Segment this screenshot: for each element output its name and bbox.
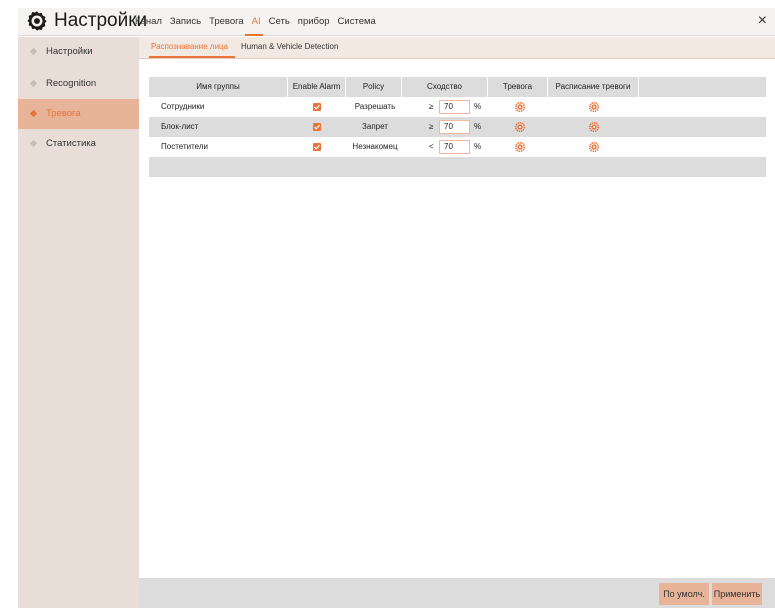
sidebar: Настройки Recognition Тревога Статистика <box>18 37 139 608</box>
col-alarm-schedule: Расписание тревоги <box>548 77 639 97</box>
similarity-input[interactable]: 70 <box>439 100 470 114</box>
sidebar-item-statistics[interactable]: Статистика <box>18 129 139 159</box>
sidebar-item-label: Настройки <box>46 46 93 57</box>
sidebar-item-recognition[interactable]: Recognition <box>18 69 139 99</box>
alarm-schedule-gear-icon[interactable] <box>589 122 599 132</box>
active-tab-indicator <box>149 56 235 58</box>
group-name: Блок-лист <box>161 122 199 131</box>
alarm-settings-gear-icon[interactable] <box>515 102 525 112</box>
tab-human-vehicle-detection[interactable]: Human & Vehicle Detection <box>241 42 338 51</box>
alarm-settings-gear-icon[interactable] <box>515 122 525 132</box>
nav-device[interactable]: прибор <box>298 16 330 27</box>
sidebar-item-label: Статистика <box>46 138 96 149</box>
footer-bar: По умолч. Применить <box>139 578 775 608</box>
col-alarm: Тревога <box>488 77 548 97</box>
close-button[interactable]: × <box>758 12 767 30</box>
diamond-bullet-icon <box>29 47 38 56</box>
sidebar-item-label: Recognition <box>46 78 97 89</box>
apply-button[interactable]: Применить <box>712 583 762 605</box>
sub-tabs: Распознавание лица Human & Vehicle Detec… <box>139 37 775 59</box>
nav-channel[interactable]: Канал <box>135 16 162 27</box>
similarity-unit: % <box>474 142 482 151</box>
tab-face-recognition[interactable]: Распознавание лица <box>151 42 228 51</box>
group-name: Постетители <box>161 142 208 151</box>
active-nav-indicator <box>245 34 263 36</box>
similarity-operator: ≥ <box>429 122 434 131</box>
table-header: Имя группы Enable Alarm Policy Сходство … <box>149 77 766 97</box>
page-title: Настройки <box>54 10 148 31</box>
policy-select[interactable]: Незнакомец <box>349 137 401 157</box>
default-button[interactable]: По умолч. <box>659 583 709 605</box>
policy-select[interactable]: Разрешать <box>352 97 398 117</box>
nav-system[interactable]: Система <box>338 16 376 27</box>
checkmark-icon <box>314 124 320 130</box>
alarm-schedule-gear-icon[interactable] <box>589 102 599 112</box>
table-empty-row <box>149 157 766 177</box>
diamond-bullet-icon <box>29 79 38 88</box>
table-row: Сотрудники Разрешать ≥ 70 % <box>149 97 766 117</box>
settings-gear-icon <box>27 11 47 31</box>
alarm-group-table: Имя группы Enable Alarm Policy Сходство … <box>149 77 766 177</box>
checkmark-icon <box>314 144 320 150</box>
sidebar-item-settings[interactable]: Настройки <box>18 37 139 67</box>
table-row: Блок-лист Запрет ≥ 70 % <box>149 117 766 137</box>
top-nav: Канал Запись Тревога AI Сеть прибор Сист… <box>135 16 376 27</box>
table-row: Постетители Незнакомец < 70 % <box>149 137 766 157</box>
alarm-settings-gear-icon[interactable] <box>515 142 525 152</box>
col-enable-alarm: Enable Alarm <box>288 77 346 97</box>
alarm-schedule-gear-icon[interactable] <box>589 142 599 152</box>
sidebar-item-alarm[interactable]: Тревога <box>18 99 139 129</box>
enable-alarm-checkbox[interactable] <box>313 123 321 131</box>
col-similarity: Сходство <box>402 77 488 97</box>
top-bar: Настройки Канал Запись Тревога AI Сеть п… <box>18 8 775 36</box>
checkmark-icon <box>314 104 320 110</box>
similarity-unit: % <box>474 102 482 111</box>
sidebar-item-label: Тревога <box>46 108 81 119</box>
diamond-bullet-icon <box>29 109 38 118</box>
similarity-operator: ≥ <box>429 102 434 111</box>
nav-record[interactable]: Запись <box>170 16 201 27</box>
diamond-bullet-icon <box>29 139 38 148</box>
nav-network[interactable]: Сеть <box>269 16 290 27</box>
policy-select[interactable]: Запрет <box>352 117 398 137</box>
col-policy: Policy <box>346 77 402 97</box>
col-group-name: Имя группы <box>149 77 288 97</box>
similarity-input[interactable]: 70 <box>439 140 470 154</box>
similarity-operator: < <box>429 142 434 151</box>
main-panel: Распознавание лица Human & Vehicle Detec… <box>139 37 775 608</box>
enable-alarm-checkbox[interactable] <box>313 103 321 111</box>
nav-alarm[interactable]: Тревога <box>209 16 244 27</box>
nav-ai[interactable]: AI <box>252 16 261 27</box>
group-name: Сотрудники <box>161 102 205 111</box>
enable-alarm-checkbox[interactable] <box>313 143 321 151</box>
similarity-unit: % <box>474 122 482 131</box>
similarity-input[interactable]: 70 <box>439 120 470 134</box>
